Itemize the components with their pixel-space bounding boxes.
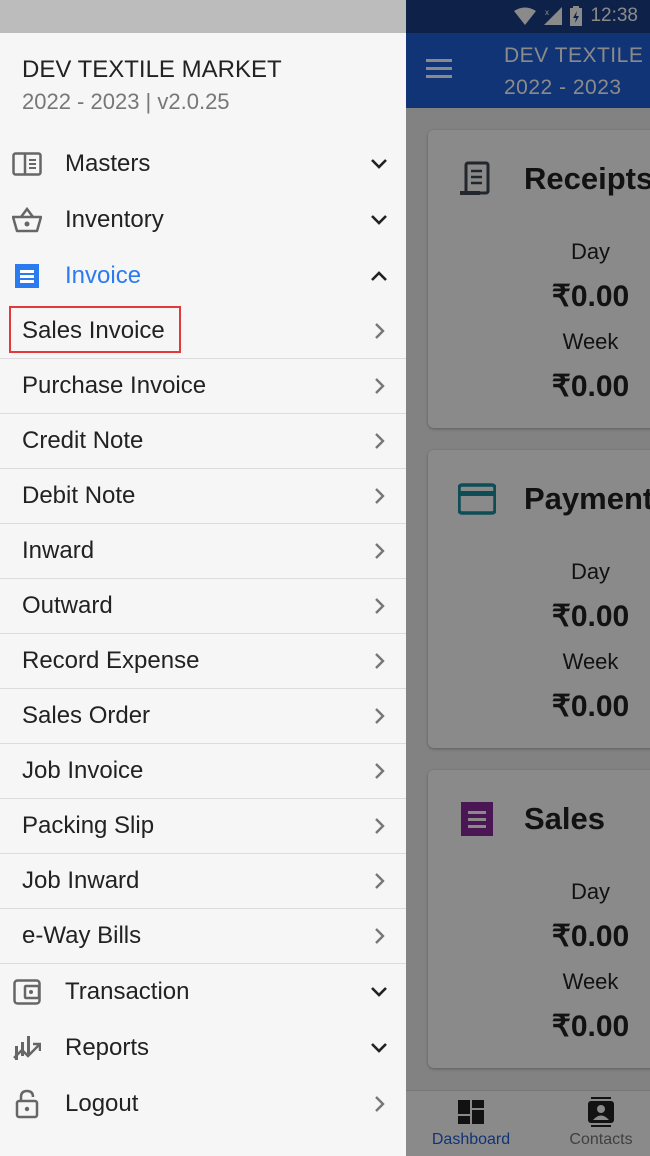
chevron-down-icon <box>371 1043 387 1053</box>
submenu-label: Packing Slip <box>22 812 155 839</box>
submenu-label: Credit Note <box>22 427 144 454</box>
lock-open-icon <box>12 1089 42 1119</box>
chevron-right-icon <box>375 488 385 504</box>
receipt-icon <box>12 261 42 291</box>
navigation-drawer: DEV TEXTILE MARKET 2022 - 2023 | v2.0.25… <box>0 0 406 1156</box>
menu-label: Reports <box>65 1034 150 1061</box>
submenu-item-packing-slip[interactable]: Packing Slip <box>0 799 406 854</box>
menu-item-inventory[interactable]: Inventory <box>0 192 406 248</box>
submenu-label: Purchase Invoice <box>22 372 207 399</box>
chevron-right-icon <box>375 873 385 889</box>
menu-item-invoice[interactable]: Invoice <box>0 248 406 304</box>
menu-item-reports[interactable]: Reports <box>0 1020 406 1076</box>
submenu-item-debit-note[interactable]: Debit Note <box>0 469 406 524</box>
menu-label: Transaction <box>65 978 190 1005</box>
chevron-right-icon <box>375 433 385 449</box>
submenu-label: e-Way Bills <box>22 922 142 949</box>
submenu-item-job-inward[interactable]: Job Inward <box>0 854 406 909</box>
submenu-label: Job Invoice <box>22 757 144 784</box>
chevron-up-icon <box>371 271 387 281</box>
submenu-item-outward[interactable]: Outward <box>0 579 406 634</box>
submenu-item-credit-note[interactable]: Credit Note <box>0 414 406 469</box>
menu-item-transaction[interactable]: Transaction <box>0 964 406 1020</box>
book-open-icon <box>12 149 42 179</box>
submenu-item-job-invoice[interactable]: Job Invoice <box>0 744 406 799</box>
chevron-right-icon <box>375 323 385 339</box>
submenu-item-sales-order[interactable]: Sales Order <box>0 689 406 744</box>
drawer-header: DEV TEXTILE MARKET 2022 - 2023 | v2.0.25 <box>0 33 406 136</box>
submenu-item-inward[interactable]: Inward <box>0 524 406 579</box>
chevron-right-icon <box>375 1096 385 1112</box>
screen: x 12:38 DEV TEXTILE 2022 - 2023 Receipts… <box>0 0 650 1156</box>
submenu-label: Debit Note <box>22 482 136 509</box>
drawer-subtitle: 2022 - 2023 | v2.0.25 <box>22 89 230 114</box>
chevron-right-icon <box>375 928 385 944</box>
submenu-label: Job Inward <box>22 867 140 894</box>
chevron-down-icon <box>371 987 387 997</box>
chevron-right-icon <box>375 378 385 394</box>
menu-label: Inventory <box>65 206 164 233</box>
submenu-label: Inward <box>22 537 95 564</box>
submenu-item-purchase-invoice[interactable]: Purchase Invoice <box>0 359 406 414</box>
submenu-label: Outward <box>22 592 113 619</box>
chevron-right-icon <box>375 653 385 669</box>
chevron-right-icon <box>375 763 385 779</box>
chevron-right-icon <box>375 543 385 559</box>
basket-icon <box>12 205 42 235</box>
submenu-label: Sales Invoice <box>22 317 165 344</box>
submenu-label: Record Expense <box>22 647 200 674</box>
chevron-down-icon <box>371 159 387 169</box>
submenu-item-sales-invoice[interactable]: Sales Invoice <box>0 304 406 359</box>
chevron-right-icon <box>375 598 385 614</box>
submenu-label: Sales Order <box>22 702 151 729</box>
menu-label: Masters <box>65 150 151 177</box>
chart-trend-icon <box>12 1033 42 1063</box>
menu-item-masters[interactable]: Masters <box>0 136 406 192</box>
menu-item-logout[interactable]: Logout <box>0 1076 406 1132</box>
chevron-down-icon <box>371 215 387 225</box>
wallet-icon <box>12 977 42 1007</box>
menu-label: Logout <box>65 1090 139 1117</box>
submenu-item-record-expense[interactable]: Record Expense <box>0 634 406 689</box>
chevron-right-icon <box>375 818 385 834</box>
drawer-status-area <box>0 0 406 33</box>
submenu-item-eway-bills[interactable]: e-Way Bills <box>0 909 406 964</box>
chevron-right-icon <box>375 708 385 724</box>
menu-label: Invoice <box>65 262 142 289</box>
drawer-title: DEV TEXTILE MARKET <box>22 56 282 83</box>
invoice-submenu: Sales Invoice Purchase Invoice Credit No… <box>0 304 406 964</box>
